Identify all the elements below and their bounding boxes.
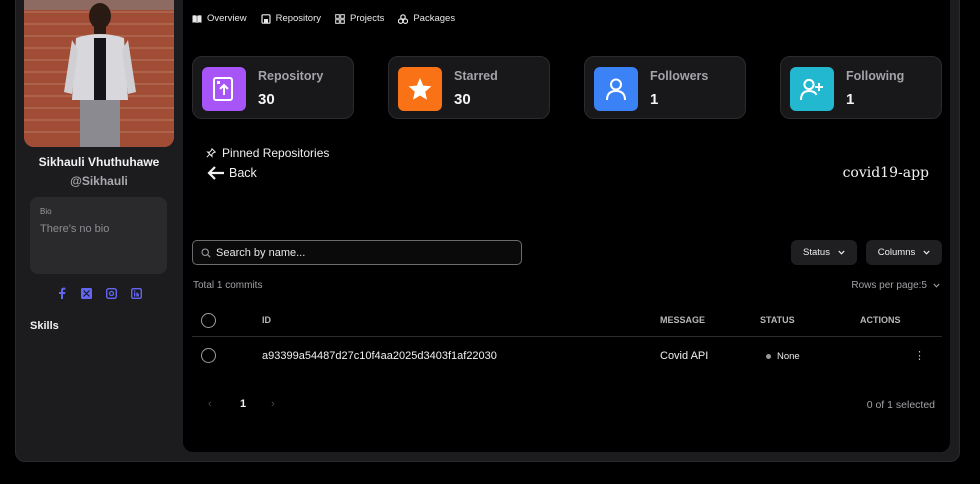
stat-label: Repository bbox=[258, 69, 324, 83]
linkedin-icon[interactable] bbox=[131, 287, 143, 299]
select-all-checkbox[interactable] bbox=[201, 313, 216, 328]
columns-filter-label: Columns bbox=[877, 247, 916, 258]
skills-heading: Skills bbox=[30, 320, 59, 332]
profile-name: Sikhauli Vhuthuhawe bbox=[38, 155, 160, 169]
pinned-repositories-heading: Pinned Repositories bbox=[206, 146, 329, 160]
stat-label: Starred bbox=[454, 69, 498, 83]
status-dot bbox=[766, 354, 771, 359]
stat-value: 1 bbox=[650, 91, 659, 108]
tab-projects-label: Projects bbox=[350, 13, 385, 24]
total-commits: Total 1 commits bbox=[193, 280, 263, 291]
column-header-message[interactable]: MESSAGE bbox=[660, 315, 705, 325]
repo-upload-icon bbox=[202, 67, 246, 111]
page-number-button[interactable]: 1 bbox=[240, 398, 246, 410]
table-divider bbox=[192, 336, 942, 337]
star-icon bbox=[398, 67, 442, 111]
status-filter-button[interactable]: Status bbox=[791, 240, 857, 265]
pin-icon bbox=[206, 148, 216, 158]
tab-repository-label: Repository bbox=[275, 13, 322, 24]
column-header-id[interactable]: ID bbox=[262, 315, 271, 325]
status-text: None bbox=[777, 351, 800, 362]
user-plus-icon bbox=[790, 67, 834, 111]
stat-card-repository[interactable]: Repository 30 bbox=[192, 56, 354, 119]
repository-name: covid19-app bbox=[842, 165, 929, 181]
facebook-icon[interactable] bbox=[56, 287, 68, 299]
status-badge: None bbox=[766, 351, 800, 362]
user-icon bbox=[594, 67, 638, 111]
stat-value: 1 bbox=[846, 91, 855, 108]
rows-per-page-select[interactable]: Rows per page:5 bbox=[851, 280, 940, 291]
avatar bbox=[24, 0, 174, 147]
column-header-actions: ACTIONS bbox=[860, 315, 901, 325]
search-input[interactable] bbox=[216, 246, 506, 259]
columns-filter-button[interactable]: Columns bbox=[866, 240, 942, 265]
commit-message: Covid API bbox=[660, 350, 709, 362]
arrow-left-icon bbox=[207, 166, 224, 180]
row-checkbox[interactable] bbox=[201, 348, 216, 363]
stat-label: Followers bbox=[650, 69, 709, 83]
rows-per-page-label: Rows per page:5 bbox=[851, 280, 927, 291]
tab-packages-label: Packages bbox=[413, 13, 456, 24]
next-page-button[interactable]: › bbox=[271, 398, 275, 410]
grid-icon bbox=[335, 13, 345, 24]
repo-icon bbox=[260, 13, 271, 24]
chevron-down-icon bbox=[838, 250, 845, 255]
social-links bbox=[16, 287, 182, 299]
commit-id: a93399a54487d27c10f4aa2025d3403f1af22030 bbox=[262, 350, 497, 362]
stat-card-following[interactable]: Following 1 bbox=[780, 56, 942, 119]
prev-page-button[interactable]: ‹ bbox=[208, 398, 212, 410]
profile-tabs: Overview Repository Projects Packages bbox=[192, 13, 455, 24]
back-button[interactable]: Back bbox=[207, 166, 257, 180]
stat-card-followers[interactable]: Followers 1 bbox=[584, 56, 746, 119]
pinned-label: Pinned Repositories bbox=[222, 146, 330, 160]
search-box[interactable] bbox=[192, 240, 522, 265]
stat-value: 30 bbox=[454, 91, 471, 108]
search-icon bbox=[201, 247, 211, 258]
row-actions-menu-icon[interactable]: ⋮ bbox=[914, 349, 925, 362]
bio-text: There's no bio bbox=[40, 223, 110, 235]
stat-label: Following bbox=[846, 69, 905, 83]
chevron-down-icon bbox=[933, 283, 940, 288]
tab-overview[interactable]: Overview bbox=[192, 13, 247, 24]
stat-card-starred[interactable]: Starred 30 bbox=[388, 56, 550, 119]
x-icon[interactable] bbox=[81, 287, 93, 299]
tab-projects[interactable]: Projects bbox=[335, 13, 384, 24]
profile-sidebar: Sikhauli Vhuthuhawe @Sikhauli Bio There'… bbox=[16, 0, 174, 484]
profile-handle: @Sikhauli bbox=[70, 174, 128, 188]
book-icon bbox=[192, 14, 202, 23]
stat-value: 30 bbox=[258, 91, 275, 108]
tab-overview-label: Overview bbox=[207, 13, 247, 24]
selection-count: 0 of 1 selected bbox=[866, 399, 935, 411]
package-icon bbox=[398, 13, 409, 24]
status-filter-label: Status bbox=[803, 247, 830, 258]
tab-packages[interactable]: Packages bbox=[398, 13, 455, 24]
instagram-icon[interactable] bbox=[106, 287, 118, 299]
back-label: Back bbox=[229, 166, 257, 180]
column-header-status[interactable]: STATUS bbox=[760, 315, 795, 325]
tab-repository[interactable]: Repository bbox=[260, 13, 322, 24]
bio-label: Bio bbox=[40, 207, 52, 216]
chevron-down-icon bbox=[923, 250, 930, 255]
bio-box: Bio There's no bio bbox=[30, 197, 167, 274]
